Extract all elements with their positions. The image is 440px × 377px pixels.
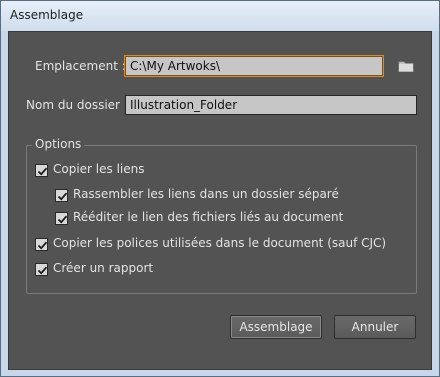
copy-fonts-label: Copier les polices utilisées dans le doc… [53, 236, 387, 250]
checkmark-icon [37, 167, 48, 176]
relink-files-label: Rééditer le lien des fichiers liés au do… [73, 210, 344, 224]
folder-icon [398, 61, 414, 72]
copy-fonts-option[interactable]: Copier les polices utilisées dans le doc… [35, 236, 395, 254]
collect-links-checkbox[interactable] [55, 189, 68, 202]
dialog-body: Emplacement : C:\My Artwoks\ Nom du doss… [8, 31, 432, 370]
checkmark-icon [37, 241, 48, 250]
checkmark-icon [57, 215, 68, 224]
package-button[interactable]: Assemblage [230, 315, 322, 339]
location-label: Emplacement : [35, 59, 126, 73]
collect-links-label: Rassembler les liens dans un dossier sép… [73, 187, 339, 201]
copy-links-checkbox[interactable] [35, 164, 48, 177]
checkmark-icon [57, 192, 68, 201]
title-bar[interactable]: Assemblage [1, 1, 439, 31]
options-legend: Options [32, 137, 85, 151]
create-report-label: Créer un rapport [53, 261, 154, 275]
window-title: Assemblage [10, 8, 84, 22]
folder-name-label: Nom du dossier : [26, 98, 128, 112]
relink-files-checkbox[interactable] [55, 212, 68, 225]
copy-links-label: Copier les liens [53, 162, 145, 176]
dialog-window: Assemblage Emplacement : C:\My Artwoks\ … [0, 0, 440, 377]
folder-name-field[interactable]: Illustration_Folder [125, 95, 417, 115]
relink-files-option[interactable]: Rééditer le lien des fichiers liés au do… [55, 210, 355, 228]
cancel-button[interactable]: Annuler [334, 315, 416, 339]
create-report-checkbox[interactable] [35, 263, 48, 276]
create-report-option[interactable]: Créer un rapport [35, 261, 235, 279]
checkmark-icon [37, 266, 48, 275]
copy-fonts-checkbox[interactable] [35, 238, 48, 251]
collect-links-option[interactable]: Rassembler les liens dans un dossier sép… [55, 187, 355, 205]
location-field[interactable]: C:\My Artwoks\ [124, 55, 384, 77]
copy-links-option[interactable]: Copier les liens [35, 162, 235, 180]
browse-folder-button[interactable] [396, 57, 416, 75]
